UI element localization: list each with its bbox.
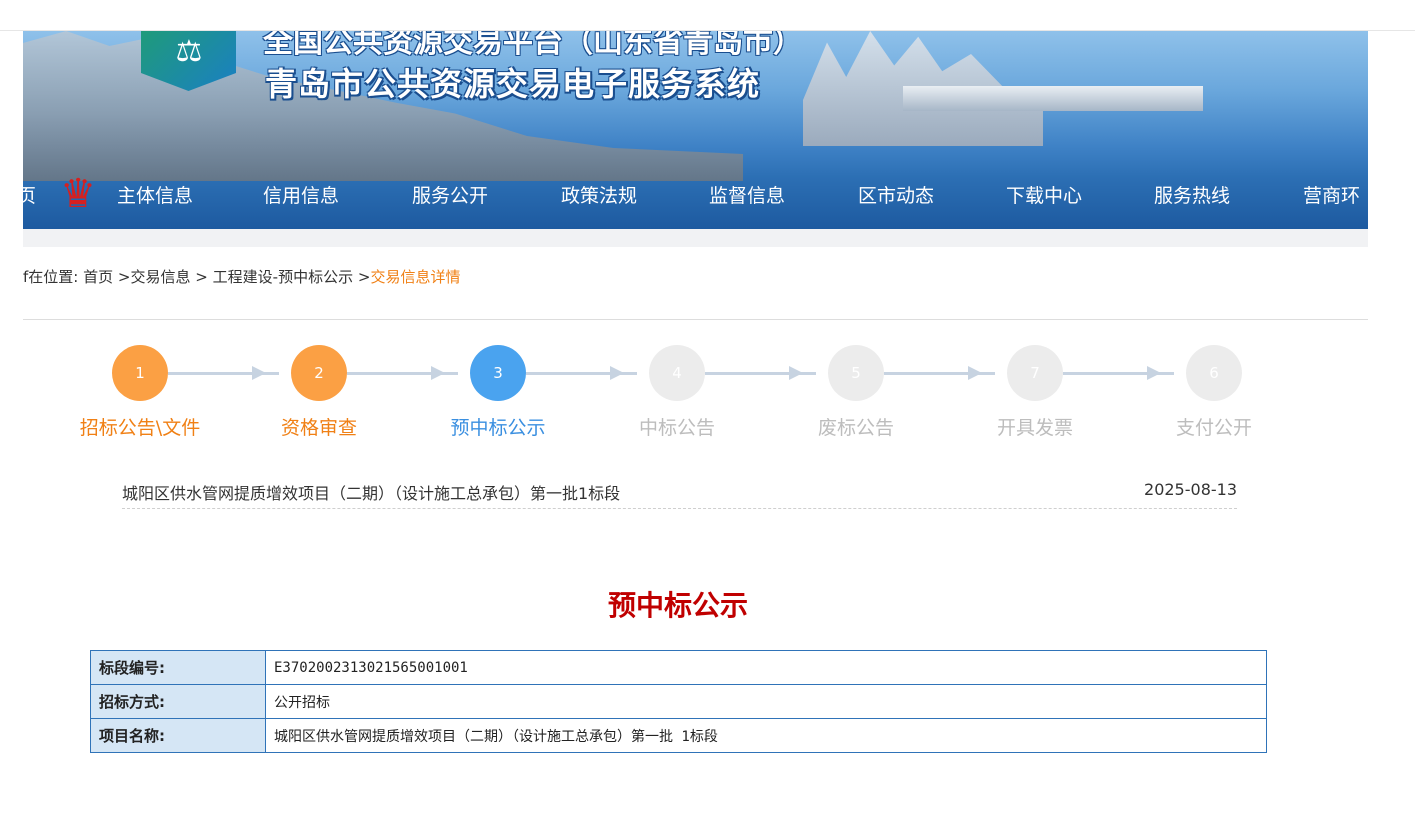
document-title: 预中标公示 <box>607 589 748 622</box>
nav-item-service-disclosure[interactable]: 服务公开 <box>412 181 488 208</box>
project-name[interactable]: 城阳区供水管网提质增效项目（二期）（设计施工总承包）第一批1标段 <box>122 480 620 504</box>
scales-icon: ⚖ <box>175 34 203 69</box>
nav-item-policy[interactable]: 政策法规 <box>561 181 637 208</box>
nav-item-business-env[interactable]: 营商环 <box>1303 181 1360 208</box>
field-label: 标段编号: <box>90 650 266 685</box>
field-value: E3702002313021565001001 <box>265 650 1267 685</box>
arrow-right-icon <box>968 366 982 380</box>
project-row: 城阳区供水管网提质增效项目（二期）（设计施工总承包）第一批1标段 2025-08… <box>122 480 1237 509</box>
field-label: 招标方式: <box>90 684 266 719</box>
field-label: 项目名称: <box>90 718 266 753</box>
nav-item-hotline[interactable]: 服务热线 <box>1154 181 1230 208</box>
nav-item-district-news[interactable]: 区市动态 <box>858 181 934 208</box>
nav-item-supervision[interactable]: 监督信息 <box>709 181 785 208</box>
table-row: 招标方式: 公开招标 <box>90 684 1267 719</box>
step-circle[interactable]: 5 <box>828 345 884 401</box>
info-table: 标段编号: E3702002313021565001001 招标方式: 公开招标… <box>90 650 1267 753</box>
nav-item-home[interactable]: 页 <box>23 181 36 208</box>
step-circle[interactable]: 6 <box>1186 345 1242 401</box>
table-row: 标段编号: E3702002313021565001001 <box>90 650 1267 685</box>
step-label[interactable]: 预中标公示 <box>418 413 578 440</box>
step-circle[interactable]: 2 <box>291 345 347 401</box>
project-date: 2025-08-13 <box>1144 480 1237 499</box>
arrow-right-icon <box>1147 366 1161 380</box>
nav-bottom-bar <box>23 229 1368 247</box>
breadcrumb: f在位置: 首页 >交易信息 > 工程建设-预中标公示 >交易信息详情 <box>23 266 460 287</box>
nav-item-credit-info[interactable]: 信用信息 <box>263 181 339 208</box>
breadcrumb-sep: > <box>117 268 131 286</box>
breadcrumb-prefix: f在位置: <box>23 268 79 286</box>
breadcrumb-sep: > <box>195 268 208 286</box>
main-nav: 页 主体信息 信用信息 服务公开 政策法规 监督信息 区市动态 下载中心 服务热… <box>23 181 1368 215</box>
breadcrumb-category[interactable]: 工程建设-预中标公示 <box>213 268 353 286</box>
arrow-right-icon <box>789 366 803 380</box>
arrow-right-icon <box>431 366 445 380</box>
step-label[interactable]: 开具发票 <box>955 413 1115 440</box>
breadcrumb-sep: > <box>357 268 371 286</box>
banner-pier <box>903 86 1203 111</box>
nav-item-downloads[interactable]: 下载中心 <box>1006 181 1082 208</box>
step-circle[interactable]: 4 <box>649 345 705 401</box>
arrow-right-icon <box>252 366 266 380</box>
breadcrumb-current: 交易信息详情 <box>370 268 461 286</box>
step-label[interactable]: 中标公告 <box>597 413 757 440</box>
step-label[interactable]: 招标公告\文件 <box>60 413 220 440</box>
step-label[interactable]: 废标公告 <box>776 413 936 440</box>
platform-title: 全国公共资源交易平台（山东省青岛市） <box>263 31 803 60</box>
breadcrumb-home[interactable]: 首页 <box>83 268 113 286</box>
field-value: 公开招标 <box>265 684 1267 719</box>
header-banner: ⚖ 全国公共资源交易平台（山东省青岛市） 青岛市公共资源交易电子服务系统 ♛ 页… <box>23 31 1368 229</box>
arrow-right-icon <box>610 366 624 380</box>
process-steps: 1 招标公告\文件 2 资格审查 3 预中标公示 4 中标公告 5 废标公告 7 开具发票 6 支付公开 <box>0 345 1415 445</box>
step-label[interactable]: 支付公开 <box>1134 413 1294 440</box>
table-row: 项目名称: 城阳区供水管网提质增效项目（二期）（设计施工总承包）第一批 1标段 <box>90 718 1267 753</box>
field-value: 城阳区供水管网提质增效项目（二期）（设计施工总承包）第一批 1标段 <box>265 718 1267 753</box>
step-label[interactable]: 资格审查 <box>239 413 399 440</box>
step-circle[interactable]: 1 <box>112 345 168 401</box>
step-circle[interactable]: 3 <box>470 345 526 401</box>
nav-item-entity-info[interactable]: 主体信息 <box>117 181 193 208</box>
step-circle[interactable]: 7 <box>1007 345 1063 401</box>
section-divider <box>23 319 1368 320</box>
system-title: 青岛市公共资源交易电子服务系统 <box>265 65 761 103</box>
breadcrumb-trade-info[interactable]: 交易信息 <box>131 268 191 286</box>
